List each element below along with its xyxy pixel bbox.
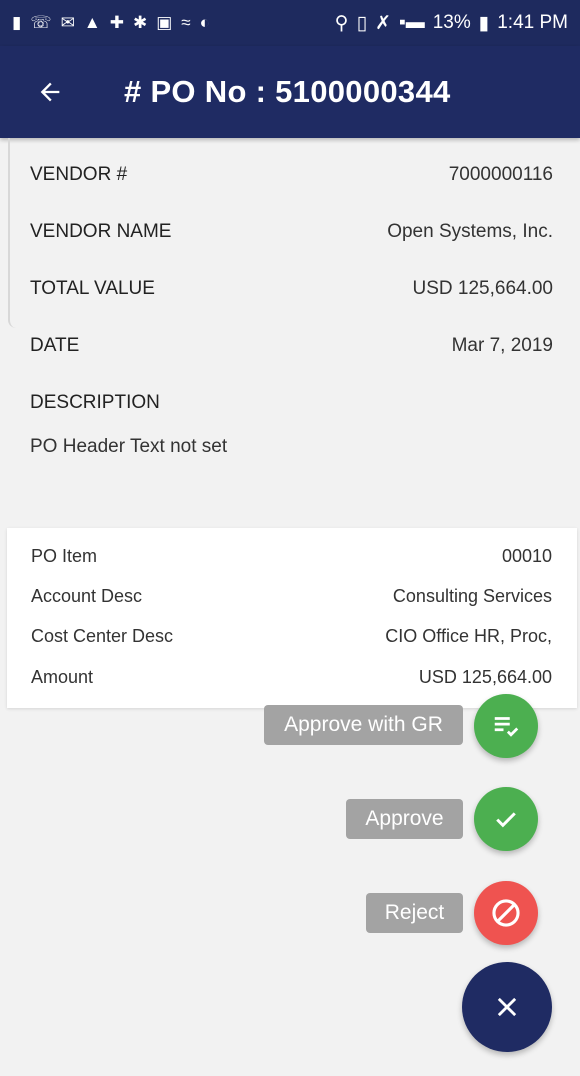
vendor-name-row: VENDOR NAME Open Systems, Inc. xyxy=(30,221,553,243)
account-desc-value: Consulting Services xyxy=(392,586,552,606)
total-value-value: USD 125,664.00 xyxy=(412,278,554,299)
approve-with-gr-label[interactable]: Approve with GR xyxy=(264,705,463,745)
total-value-row: TOTAL VALUE USD 125,664.00 xyxy=(30,278,553,300)
nfc-icon: ▯ xyxy=(356,12,368,34)
total-value-label: TOTAL VALUE xyxy=(30,278,155,299)
system-status: ⚲ ▯ ✗ ▪▬ 13% ▮ 1:41 PM xyxy=(335,12,568,35)
po-item-value: 00010 xyxy=(501,546,552,566)
po-item-label: PO Item xyxy=(31,546,98,566)
description-text: PO Header Text not set xyxy=(30,436,228,457)
checkmark-icon xyxy=(496,812,516,828)
approve-label[interactable]: Approve xyxy=(346,799,463,839)
reject-button[interactable] xyxy=(474,881,538,945)
reject-label[interactable]: Reject xyxy=(366,893,463,933)
arrow-left-icon xyxy=(40,82,60,102)
whatsapp-icon: ☏ xyxy=(30,13,52,32)
battery-percent: 13% xyxy=(432,12,471,33)
date-label: DATE xyxy=(30,335,80,356)
page-title: # PO No : 5100000344 xyxy=(124,74,451,109)
date-value: Mar 7, 2019 xyxy=(451,335,553,356)
app-bar: # PO No : 5100000344 xyxy=(0,46,580,138)
date-row: DATE Mar 7, 2019 xyxy=(30,335,553,357)
battery-icon: ▮ xyxy=(478,12,490,34)
bell-icon: ▲ xyxy=(83,13,101,32)
account-desc-label: Account Desc xyxy=(31,586,143,606)
block-icon xyxy=(492,899,520,927)
vendor-name-label: VENDOR NAME xyxy=(30,221,172,242)
amount-label: Amount xyxy=(31,667,94,687)
vendor-name-value: Open Systems, Inc. xyxy=(387,221,553,242)
cost-center-value: CIO Office HR, Proc, xyxy=(385,626,552,646)
description-row: DESCRIPTION xyxy=(30,392,553,414)
wifi-icon: ≈ xyxy=(181,13,191,32)
clock: 1:41 PM xyxy=(497,12,568,33)
alert-icon: ▮ xyxy=(12,13,22,32)
description-label: DESCRIPTION xyxy=(30,392,160,413)
plus-icon: ✚ xyxy=(109,13,124,32)
image-icon: ▣ xyxy=(156,13,173,32)
list-check-icon xyxy=(494,717,519,737)
vendor-number-value: 7000000116 xyxy=(448,164,553,185)
po-item-row: PO Item 00010 xyxy=(31,546,552,567)
approve-with-gr-button[interactable] xyxy=(474,694,538,758)
mute-icon: ✗ xyxy=(375,12,391,34)
account-desc-row: Account Desc Consulting Services xyxy=(31,586,552,607)
sync-icon: ◐ xyxy=(199,13,210,32)
signal-icon: ▪▬ xyxy=(398,12,425,33)
mail-icon: ✉ xyxy=(60,13,75,32)
po-item-card[interactable]: PO Item 00010 Account Desc Consulting Se… xyxy=(7,528,577,708)
close-icon xyxy=(497,997,517,1017)
back-button[interactable] xyxy=(24,66,76,118)
notification-icons: ▮ ☏ ✉ ▲ ✚ ✱ ▣ ≈ ◐ xyxy=(12,13,210,33)
vendor-number-label: VENDOR # xyxy=(30,164,128,185)
amount-value: USD 125,664.00 xyxy=(418,667,552,687)
location-icon: ⚲ xyxy=(334,12,349,34)
close-speed-dial-button[interactable] xyxy=(462,962,552,1052)
pinwheel-icon: ✱ xyxy=(132,13,148,32)
amount-row: Amount USD 125,664.00 xyxy=(31,667,552,688)
approve-button[interactable] xyxy=(474,787,538,851)
status-bar: ▮ ☏ ✉ ▲ ✚ ✱ ▣ ≈ ◐ ⚲ ▯ ✗ ▪▬ 13% ▮ 1:41 PM xyxy=(0,0,580,46)
cost-center-row: Cost Center Desc CIO Office HR, Proc, xyxy=(31,626,552,647)
vendor-number-row: VENDOR # 7000000116 xyxy=(30,164,553,186)
cost-center-label: Cost Center Desc xyxy=(31,626,174,646)
